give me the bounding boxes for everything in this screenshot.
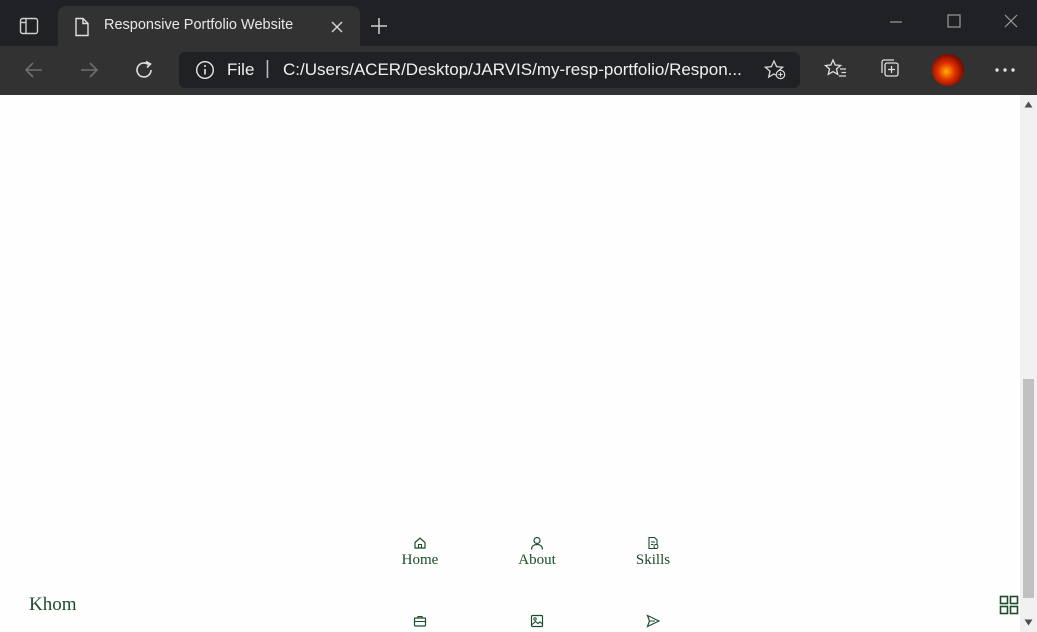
nav-portfolio[interactable] [497, 614, 577, 630]
page-scrollbar[interactable] [1020, 95, 1037, 632]
address-bar[interactable]: File | C:/Users/ACER/Desktop/JARVIS/my-r… [179, 52, 800, 88]
nav-contact[interactable] [613, 614, 693, 630]
info-icon[interactable] [195, 60, 215, 80]
scroll-up-icon[interactable] [1024, 101, 1033, 108]
add-favorite-icon[interactable] [763, 59, 787, 81]
collections-icon[interactable] [879, 58, 903, 80]
favorites-icon[interactable] [824, 58, 848, 80]
back-icon[interactable] [23, 59, 45, 81]
profile-avatar[interactable] [932, 54, 964, 86]
browser-tab-strip: Responsive Portfolio Website [0, 0, 1037, 46]
nav-about[interactable]: About [497, 536, 577, 569]
address-scheme: File [227, 60, 255, 79]
file-icon [648, 536, 659, 550]
nav-skills[interactable]: Skills [613, 536, 693, 569]
tab-active[interactable]: Responsive Portfolio Website [58, 6, 360, 46]
nav-services[interactable] [380, 614, 460, 630]
page-icon [75, 17, 89, 37]
maximize-icon[interactable] [946, 13, 962, 29]
briefcase-icon [413, 615, 427, 627]
new-tab-icon[interactable] [369, 16, 389, 36]
reload-icon[interactable] [133, 59, 155, 81]
grid-icon[interactable] [999, 595, 1019, 615]
address-separator: | [265, 58, 270, 79]
scroll-down-icon[interactable] [1024, 619, 1033, 626]
more-options-icon[interactable] [994, 66, 1016, 74]
send-icon [646, 614, 660, 628]
forward-icon[interactable] [78, 59, 100, 81]
tab-actions-icon[interactable] [19, 16, 39, 36]
nav-home-label: Home [401, 552, 439, 568]
site-logo[interactable]: Khom [29, 594, 77, 616]
close-window-icon[interactable] [1003, 13, 1019, 29]
nav-home[interactable]: Home [380, 536, 460, 569]
image-icon [530, 614, 544, 628]
tab-title: Responsive Portfolio Website [104, 17, 294, 33]
nav-about-label: About [518, 552, 556, 568]
user-icon [530, 536, 544, 550]
scroll-thumb[interactable] [1023, 379, 1034, 598]
nav-skills-label: Skills [635, 552, 671, 568]
minimize-icon[interactable] [888, 14, 904, 30]
address-url[interactable]: C:/Users/ACER/Desktop/JARVIS/my-resp-por… [283, 60, 742, 80]
close-tab-icon[interactable] [330, 20, 344, 34]
browser-toolbar: File | C:/Users/ACER/Desktop/JARVIS/my-r… [0, 46, 1037, 95]
home-icon [414, 537, 426, 549]
